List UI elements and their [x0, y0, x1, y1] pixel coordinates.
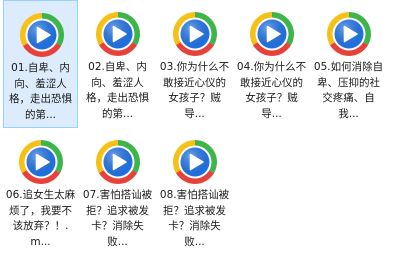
- file-grid: 01.自卑、内向、羞涩人格，走出恐惧的第... 02.自卑、内向、羞涩人格，走出…: [0, 0, 395, 256]
- file-item-04[interactable]: 04.你为什么不敢接近心仪的女孩子？贼导...: [234, 0, 309, 128]
- file-name-label: 02.自卑、内向、羞涩人格，走出恐惧的第...: [86, 61, 149, 120]
- media-player-icon: [171, 10, 219, 58]
- file-name-label: 05.如何消除自卑、压抑的社交疼痛、自我...: [313, 61, 384, 120]
- media-player-icon: [94, 138, 142, 186]
- file-name-label: 04.你为什么不敢接近心仪的女孩子？贼导...: [236, 61, 307, 120]
- media-player-icon: [325, 10, 373, 58]
- media-player-icon: [18, 11, 66, 59]
- file-name-label: 07.害怕搭讪被拒？追求被发卡？消除失败...: [82, 189, 153, 248]
- file-item-02[interactable]: 02.自卑、内向、羞涩人格，走出恐惧的第...: [80, 0, 155, 128]
- file-name-label: 08.害怕搭讪被拒？追求被发卡？消除失败...: [159, 189, 230, 248]
- media-player-icon: [94, 10, 142, 58]
- file-item-07[interactable]: 07.害怕搭讪被拒？追求被发卡？消除失败...: [80, 128, 155, 256]
- file-item-08[interactable]: 08.害怕搭讪被拒？追求被发卡？消除失败...: [157, 128, 232, 256]
- file-name-label: 06.追女生太麻烦了，我要不该放弃？！.m...: [5, 189, 76, 248]
- file-item-01[interactable]: 01.自卑、内向、羞涩人格，走出恐惧的第...: [3, 0, 78, 128]
- file-item-06[interactable]: 06.追女生太麻烦了，我要不该放弃？！.m...: [3, 128, 78, 256]
- media-player-icon: [17, 138, 65, 186]
- file-name-label: 01.自卑、内向、羞涩人格，走出恐惧的第...: [9, 62, 72, 121]
- file-item-03[interactable]: 03.你为什么不敢接近心仪的女孩子？贼导...: [157, 0, 232, 128]
- file-name-label: 03.你为什么不敢接近心仪的女孩子？贼导...: [159, 61, 230, 120]
- media-player-icon: [171, 138, 219, 186]
- media-player-icon: [248, 10, 296, 58]
- file-item-05[interactable]: 05.如何消除自卑、压抑的社交疼痛、自我...: [311, 0, 386, 128]
